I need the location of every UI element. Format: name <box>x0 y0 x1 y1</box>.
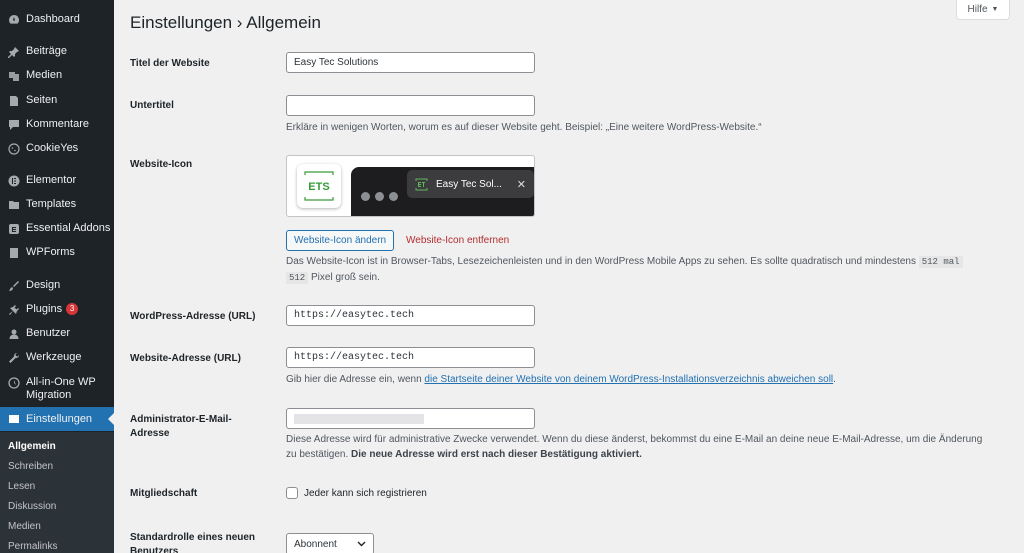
media-icon <box>7 69 20 82</box>
pin-icon <box>7 45 20 58</box>
redacted-value <box>294 413 424 424</box>
svg-text:ETS: ETS <box>308 181 329 193</box>
site-address-help-link[interactable]: die Startseite deiner Website von deinem… <box>424 374 833 385</box>
settings-submenu: Allgemein Schreiben Lesen Diskussion Med… <box>0 432 114 553</box>
admin-email-description: Diese Adresse wird für administrative Zw… <box>286 434 983 460</box>
membership-option[interactable]: Jeder kann sich registrieren <box>286 487 427 499</box>
site-icon-label: Website-Icon <box>130 159 193 170</box>
wrench-icon <box>7 351 20 364</box>
window-dot-icon <box>375 192 384 201</box>
submenu-item-permalinks[interactable]: Permalinks <box>8 541 57 552</box>
window-dot-icon <box>389 192 398 201</box>
tagline-description: Erkläre in wenigen Worten, worum es auf … <box>286 122 762 133</box>
site-title-input[interactable]: Easy Tec Solutions <box>286 52 535 73</box>
submenu-item-writing[interactable]: Schreiben <box>8 461 53 472</box>
change-site-icon-button[interactable]: Website-Icon ändern <box>286 230 395 251</box>
cookie-icon <box>7 142 20 155</box>
chevron-down-icon <box>357 541 366 547</box>
brush-icon <box>7 279 20 292</box>
admin-sidebar: Dashboard Beiträge Medien Seiten Komment… <box>0 0 114 553</box>
wp-address-input[interactable]: https://easytec.tech <box>286 305 535 326</box>
admin-email-input[interactable] <box>286 408 535 429</box>
user-icon <box>7 327 20 340</box>
sidebar-item-comments[interactable]: Kommentare <box>0 118 114 131</box>
page-icon <box>7 94 20 107</box>
tagline-label: Untertitel <box>130 100 174 111</box>
sidebar-item-migration[interactable]: All-in-One WP Migration <box>0 376 114 402</box>
dashboard-icon <box>7 13 20 26</box>
default-role-select[interactable]: Abonnent <box>286 533 374 553</box>
submenu-item-media[interactable]: Medien <box>8 521 41 532</box>
close-icon: ✕ <box>516 178 526 191</box>
wp-address-label: WordPress-Adresse (URL) <box>130 311 256 322</box>
page-title: Einstellungen › Allgemein <box>130 13 321 32</box>
tab-favicon-icon <box>415 178 428 190</box>
browser-tab-preview: Easy Tec Sol... ✕ <box>407 170 534 198</box>
anyone-can-register-checkbox[interactable] <box>286 487 298 499</box>
update-count-badge: 3 <box>66 303 79 315</box>
folder-icon <box>7 198 20 211</box>
sidebar-item-label: Plugins <box>26 303 63 315</box>
window-dot-icon <box>361 192 370 201</box>
membership-label: Mitgliedschaft <box>130 488 198 499</box>
default-role-label: Standardrolle eines neuen Benutzers <box>130 532 256 553</box>
sidebar-item-pages[interactable]: Seiten <box>0 94 114 107</box>
ets-logo-icon: ETS <box>304 171 334 201</box>
help-button[interactable]: Hilfe ▼ <box>956 0 1010 20</box>
site-icon-description: Das Website-Icon ist in Browser-Tabs, Le… <box>286 254 1006 286</box>
sidebar-item-plugins[interactable]: Plugins 3 <box>0 303 114 316</box>
tagline-input[interactable] <box>286 95 535 116</box>
settings-icon <box>7 413 20 426</box>
site-address-input[interactable]: https://easytec.tech <box>286 347 535 368</box>
site-title-label: Titel der Website <box>130 58 210 69</box>
sidebar-item-wpforms[interactable]: WPForms <box>0 246 114 259</box>
sidebar-item-dashboard[interactable]: Dashboard <box>0 13 114 26</box>
submenu-item-general[interactable]: Allgemein <box>8 441 56 452</box>
sidebar-item-elementor[interactable]: Elementor <box>0 174 114 187</box>
sidebar-item-media[interactable]: Medien <box>0 69 114 82</box>
sidebar-item-users[interactable]: Benutzer <box>0 327 114 340</box>
elementor-icon <box>7 174 20 187</box>
comment-icon <box>7 118 20 131</box>
sidebar-item-cookieyes[interactable]: CookieYes <box>0 142 114 155</box>
site-icon-preview: ETS Easy Tec Sol... ✕ <box>286 155 535 217</box>
addons-icon <box>7 222 20 235</box>
sidebar-item-posts[interactable]: Beiträge <box>0 45 114 58</box>
site-address-label: Website-Adresse (URL) <box>130 353 241 364</box>
site-logo: ETS <box>297 164 341 208</box>
remove-site-icon-link[interactable]: Website-Icon entfernen <box>406 235 509 246</box>
sidebar-item-settings[interactable]: Einstellungen <box>0 407 114 431</box>
sidebar-item-design[interactable]: Design <box>0 279 114 292</box>
sidebar-item-tools[interactable]: Werkzeuge <box>0 351 114 364</box>
caret-down-icon: ▼ <box>991 6 999 13</box>
site-address-description: Gib hier die Adresse ein, wenn die Start… <box>286 374 836 385</box>
sidebar-item-templates[interactable]: Templates <box>0 198 114 211</box>
plugin-icon <box>7 303 20 316</box>
admin-email-label: Administrator-E-Mail-Adresse <box>130 414 232 439</box>
migration-icon <box>7 376 20 389</box>
submenu-item-discussion[interactable]: Diskussion <box>8 501 56 512</box>
settings-main: Hilfe ▼ Einstellungen › Allgemein Titel … <box>114 0 1024 553</box>
submenu-item-reading[interactable]: Lesen <box>8 481 35 492</box>
sidebar-item-essential-addons[interactable]: Essential Addons <box>0 222 114 235</box>
forms-icon <box>7 246 20 259</box>
